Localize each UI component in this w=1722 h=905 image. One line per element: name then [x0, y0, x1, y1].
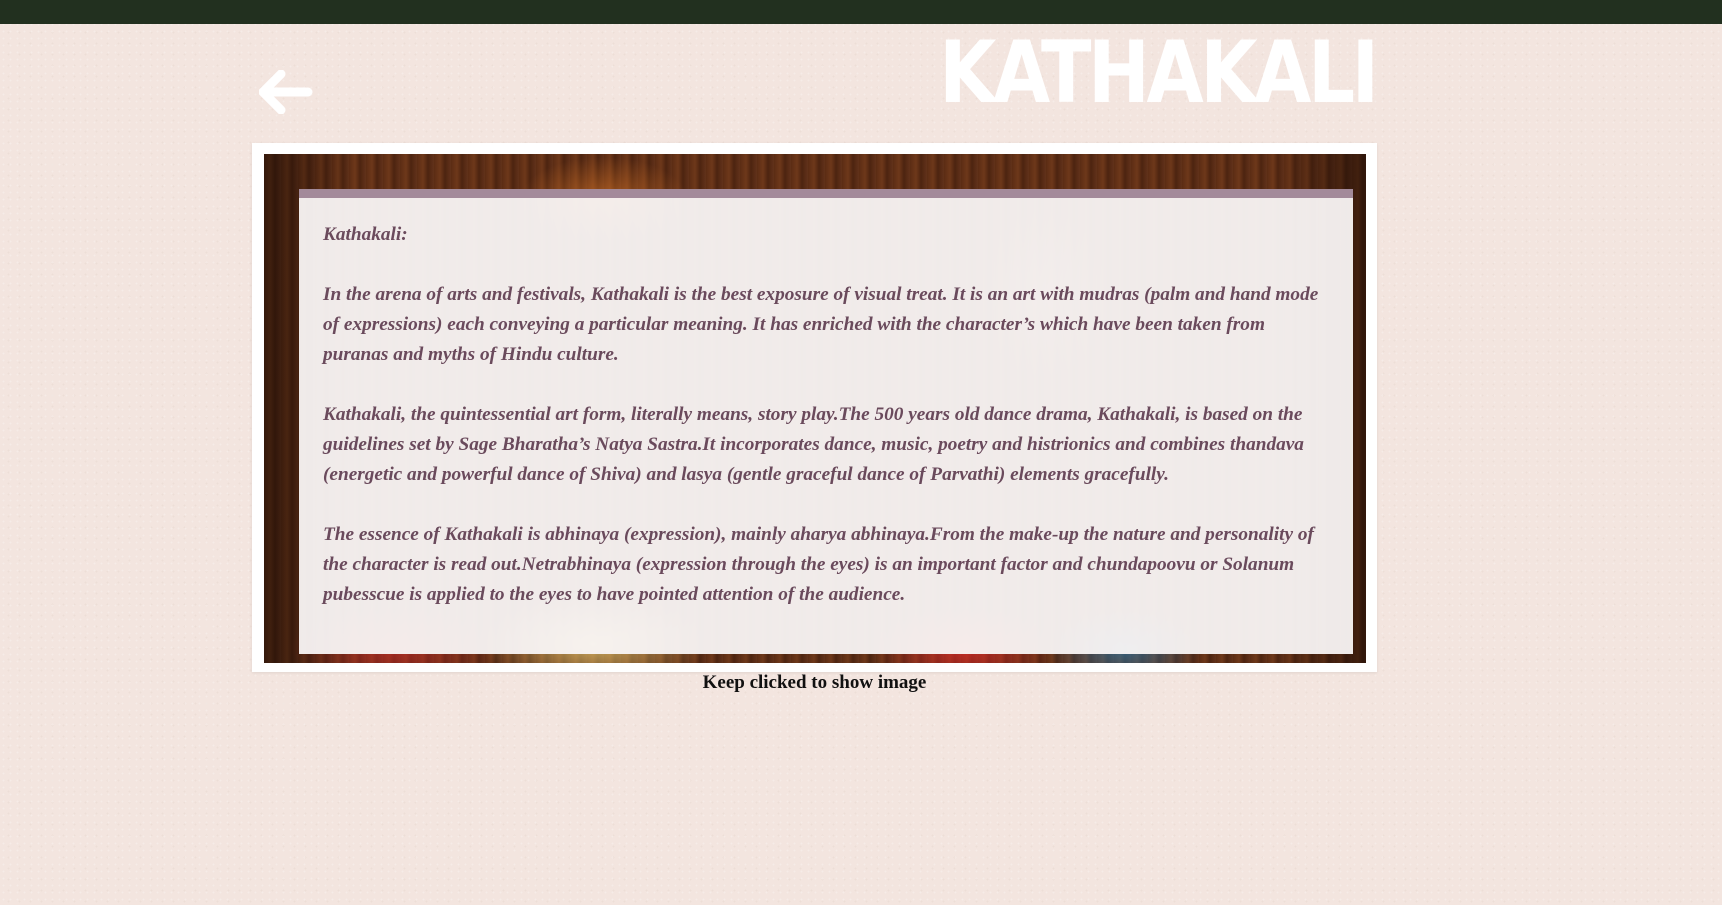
- description-panel: Kathakali: In the arena of arts and fest…: [299, 189, 1353, 654]
- show-image-caption: Keep clicked to show image: [702, 672, 927, 693]
- description-heading: Kathakali:: [323, 224, 408, 245]
- description-paragraph: Kathakali, the quintessential art form, …: [323, 404, 1304, 485]
- description-paragraph: The essence of Kathakali is abhinaya (ex…: [323, 524, 1314, 605]
- top-bar: [0, 0, 1722, 24]
- description-paragraph: In the arena of arts and festivals, Kath…: [323, 284, 1319, 365]
- back-arrow-icon[interactable]: [258, 69, 313, 115]
- image-frame[interactable]: Kathakali: In the arena of arts and fest…: [252, 143, 1377, 672]
- page-title: KATHAKALI: [939, 23, 1379, 123]
- kathakali-photo[interactable]: Kathakali: In the arena of arts and fest…: [264, 154, 1366, 663]
